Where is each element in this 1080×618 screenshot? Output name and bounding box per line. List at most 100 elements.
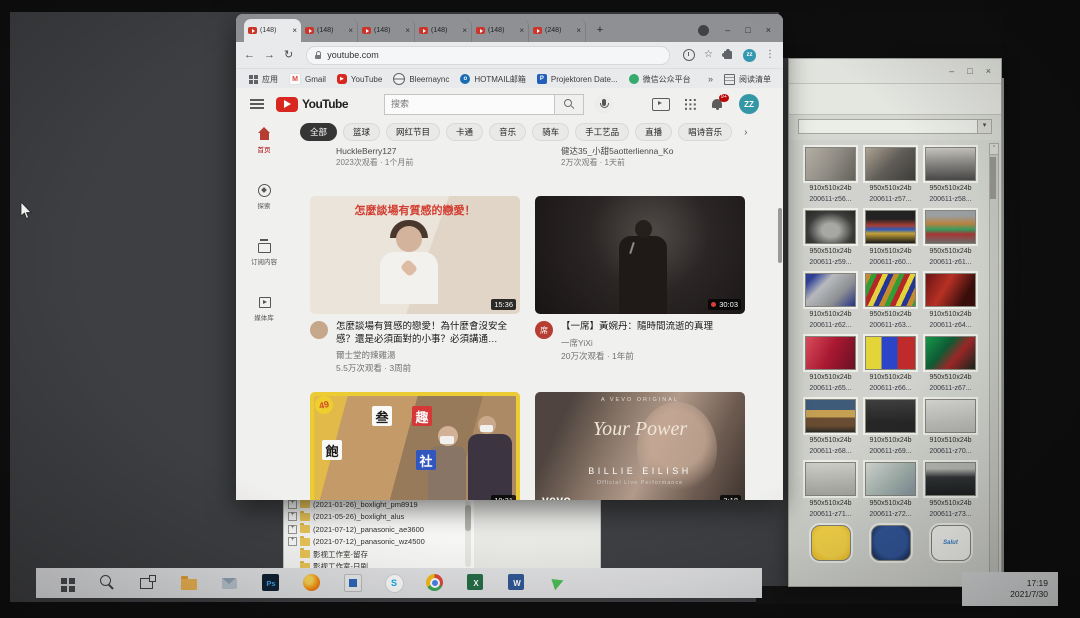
bookmark-star-icon[interactable]: ☆: [704, 50, 713, 60]
category-chip[interactable]: 网红节目: [386, 123, 440, 141]
file-thumbnail-cell[interactable]: 950x510x24b 200611-z67...: [922, 336, 979, 399]
bookmark-item[interactable]: 应用: [248, 73, 278, 85]
taskbar-icon[interactable]: W: [505, 571, 529, 595]
file-thumbnail-cell[interactable]: 910x510x24b 200611-z62...: [802, 273, 859, 336]
file-thumbnail-cell[interactable]: 950x510x24b 200611-z61...: [922, 210, 979, 273]
window-close-button[interactable]: ×: [766, 26, 771, 35]
taskbar-icon[interactable]: Ps: [259, 571, 283, 595]
taskbar-icon[interactable]: [423, 571, 447, 595]
bookmarks-overflow-icon[interactable]: »: [708, 74, 713, 84]
sidebar-item[interactable]: 订阅内容: [251, 239, 277, 266]
browser-tab[interactable]: (148) ×: [472, 19, 529, 42]
folder-tree-item[interactable]: + (2021-07-12)_panasonic_wz4500: [284, 536, 474, 549]
file-thumbnail-cell[interactable]: 950x510x24b 200611-z59...: [802, 210, 859, 273]
browser-tab[interactable]: (148) ×: [358, 19, 415, 42]
file-thumbnail-cell[interactable]: 910x510x24b 200611-z65...: [802, 336, 859, 399]
sidebar-item[interactable]: 首页: [256, 127, 272, 154]
taskbar-icon[interactable]: [54, 571, 78, 595]
url-text[interactable]: youtube.com: [327, 50, 379, 60]
taskbar-icon[interactable]: [546, 571, 570, 595]
tab-close-icon[interactable]: ×: [519, 27, 524, 35]
address-bar[interactable]: youtube.com: [306, 46, 670, 65]
expand-toggle[interactable]: +: [288, 500, 297, 509]
forward-button[interactable]: →: [264, 50, 275, 61]
expand-toggle[interactable]: +: [288, 537, 297, 546]
search-button[interactable]: [554, 95, 583, 114]
folder-tree-item[interactable]: + (2021-05-26)_boxlight_alus: [284, 511, 474, 524]
file-thumbnail-cell[interactable]: 950x510x24b 200611-z57...: [862, 147, 919, 210]
file-thumbnail-cell[interactable]: 950x510x24b 200611-z63...: [862, 273, 919, 336]
maximize-button[interactable]: □: [967, 67, 972, 76]
taskbar-icon[interactable]: [177, 571, 201, 595]
channel-name[interactable]: 一席YiXi: [561, 337, 745, 349]
file-thumbnail-cell[interactable]: 910x510x24b 200611-z69...: [862, 399, 919, 462]
reload-button[interactable]: ↻: [284, 50, 293, 61]
file-thumbnail-cell[interactable]: 950x510x24b 200611-z68...: [802, 399, 859, 462]
bookmark-item[interactable]: Bleernaync: [393, 73, 449, 85]
channel-name[interactable]: 爾士堂的辣雞湯: [336, 349, 520, 361]
voice-search-icon[interactable]: [594, 95, 613, 114]
create-video-icon[interactable]: [652, 98, 670, 111]
tab-close-icon[interactable]: ×: [462, 27, 467, 35]
video-thumbnail[interactable]: A VEVO ORIGINAL Your Power BILLIE EILISH…: [535, 392, 745, 500]
category-chip[interactable]: 全部: [300, 123, 337, 141]
file-thumbnail-cell[interactable]: 950x510x24b 200611-z72...: [862, 462, 919, 525]
bookmark-item[interactable]: P Projektoren Date...: [537, 73, 618, 85]
youtube-logo[interactable]: YouTube: [276, 97, 348, 112]
new-tab-button[interactable]: +: [592, 23, 608, 39]
file-thumbnail-cell[interactable]: 910x510x24b 200611-z60...: [862, 210, 919, 273]
image-browser-scrollbar[interactable]: ˆ: [989, 143, 999, 582]
partial-video-meta[interactable]: 健达35_小甜5aotterlienna_Ko 2万次观看 · 1天前: [535, 146, 745, 168]
page-scrollbar-thumb[interactable]: [778, 208, 782, 263]
taskbar-icon[interactable]: [218, 571, 242, 595]
category-chip[interactable]: 篮球: [343, 123, 380, 141]
sidebar-item[interactable]: 探索: [256, 183, 272, 210]
channel-avatar[interactable]: [310, 321, 328, 339]
taskbar-icon[interactable]: [95, 571, 119, 595]
bookmark-item[interactable]: 微信公众平台: [629, 73, 691, 85]
taskbar-icon[interactable]: [136, 571, 160, 595]
notifications-bell-icon[interactable]: 9+: [711, 98, 724, 111]
taskbar-clock[interactable]: 17:19 2021/7/30: [962, 572, 1058, 606]
file-thumbnail-cell[interactable]: [802, 525, 859, 586]
video-thumbnail[interactable]: 飽 叁 趣 社 49 10:31: [310, 392, 520, 500]
hamburger-menu-icon[interactable]: [250, 99, 264, 109]
sidebar-item[interactable]: 媒体库: [254, 295, 274, 322]
tab-close-icon[interactable]: ×: [576, 27, 581, 35]
reading-list-button[interactable]: 阅读清单: [724, 74, 771, 85]
file-thumbnail-cell[interactable]: 950x510x24b 200611-z73...: [922, 462, 979, 525]
extensions-icon[interactable]: [724, 51, 732, 59]
taskbar-icon[interactable]: [341, 571, 365, 595]
file-thumbnail-cell[interactable]: 950x510x24b 200611-z58...: [922, 147, 979, 210]
video-title[interactable]: 【一席】黃婉丹：隨時間流逝的真理: [561, 321, 745, 334]
window-minimize-button[interactable]: –: [725, 26, 730, 35]
file-thumbnail-cell[interactable]: 910x510x24b 200611-z56...: [802, 147, 859, 210]
tab-search-icon[interactable]: [698, 25, 709, 36]
scroll-up-button[interactable]: ˆ: [990, 144, 998, 155]
category-chip[interactable]: 唱诗音乐: [678, 123, 732, 141]
youtube-apps-icon[interactable]: [685, 99, 696, 110]
image-browser-titlebar[interactable]: – □ ×: [789, 59, 1001, 84]
profile-avatar[interactable]: zz: [743, 49, 756, 62]
account-avatar[interactable]: ZZ: [739, 94, 759, 114]
tab-close-icon[interactable]: ×: [405, 27, 410, 35]
chips-scroll-chevron-icon[interactable]: ›: [744, 127, 747, 138]
browser-tab[interactable]: (248) ×: [529, 19, 586, 42]
tab-close-icon[interactable]: ×: [348, 27, 353, 35]
video-thumbnail[interactable]: 30:03: [535, 196, 745, 314]
tab-close-icon[interactable]: ×: [292, 27, 297, 35]
browser-tab[interactable]: (148) ×: [301, 19, 358, 42]
category-chip[interactable]: 手工艺品: [575, 123, 629, 141]
bookmark-item[interactable]: M Gmail: [289, 73, 326, 85]
history-icon[interactable]: [683, 49, 695, 61]
file-thumbnail-cell[interactable]: 950x510x24b 200611-z71...: [802, 462, 859, 525]
video-thumbnail[interactable]: 怎麼談場有質感的戀愛！ 15:36: [310, 196, 520, 314]
expand-toggle[interactable]: +: [288, 525, 297, 534]
minimize-button[interactable]: –: [949, 67, 954, 76]
file-thumbnail-cell[interactable]: 910x510x24b 200611-z70...: [922, 399, 979, 462]
file-thumbnail-cell[interactable]: [862, 525, 919, 586]
dropdown-arrow-button[interactable]: ▾: [977, 120, 991, 133]
category-chip[interactable]: 骑车: [532, 123, 569, 141]
browser-tab[interactable]: (148) ×: [415, 19, 472, 42]
channel-avatar[interactable]: 席: [535, 321, 553, 339]
